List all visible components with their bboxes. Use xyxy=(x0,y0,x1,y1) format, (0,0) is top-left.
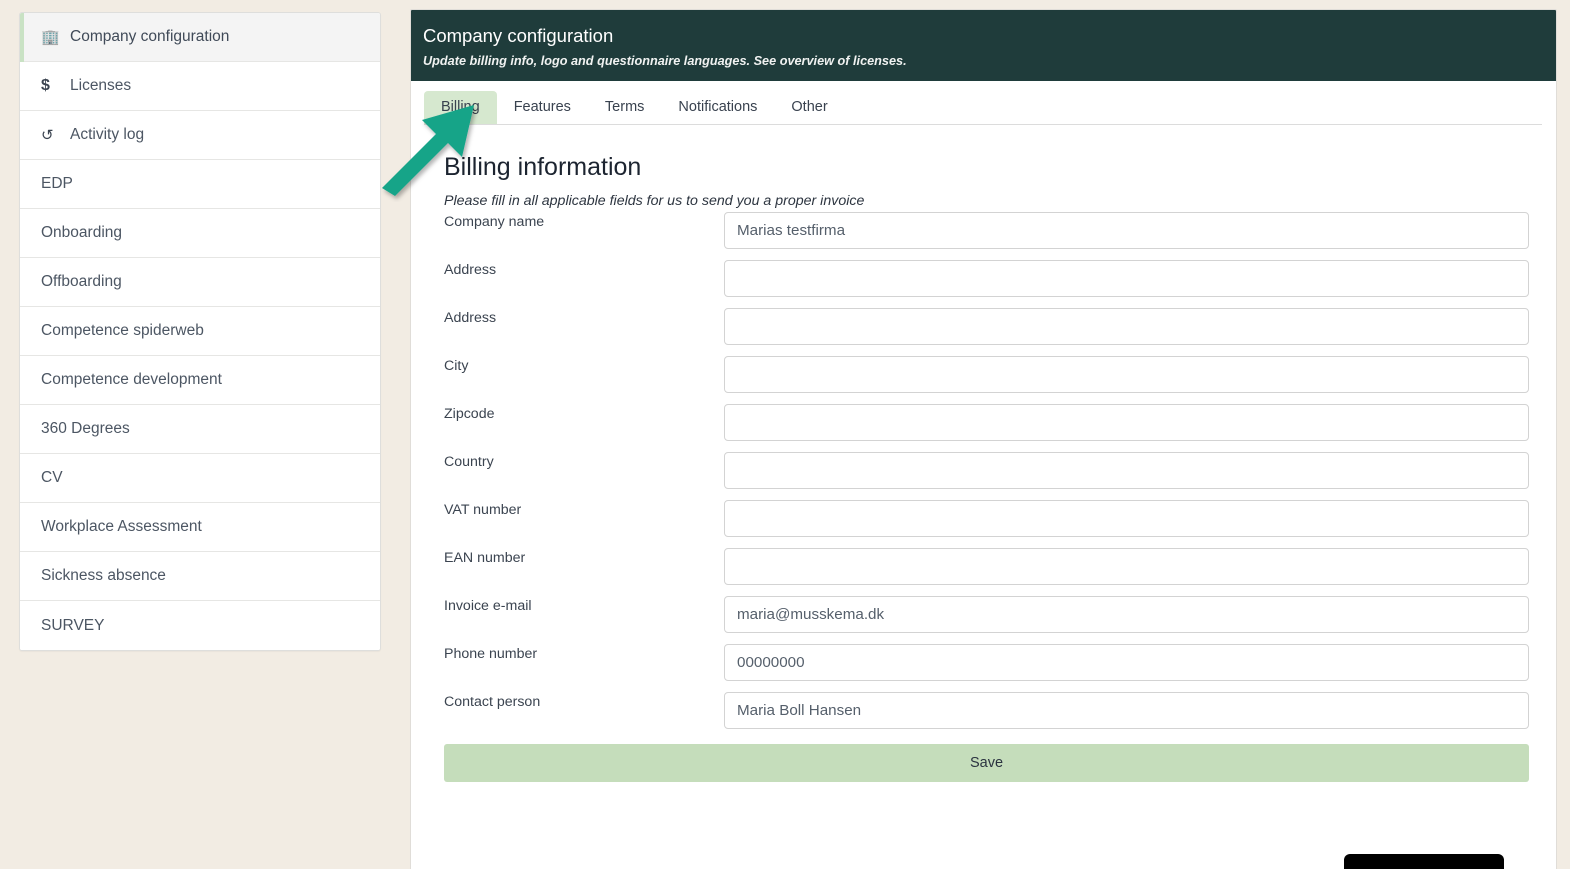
sidebar-item-competence-development[interactable]: Competence development xyxy=(20,356,380,405)
sidebar-item-edp[interactable]: EDP xyxy=(20,160,380,209)
vat-number-input[interactable] xyxy=(724,500,1529,537)
sidebar-item-cv[interactable]: CV xyxy=(20,454,380,503)
zipcode-input[interactable] xyxy=(724,404,1529,441)
form-row: Address xyxy=(444,260,1529,297)
ean-number-input[interactable] xyxy=(724,548,1529,585)
tab-notifications[interactable]: Notifications xyxy=(661,91,774,125)
sidebar-item-label: Competence development xyxy=(41,371,222,388)
contact-person-label: Contact person xyxy=(444,694,541,710)
tab-other[interactable]: Other xyxy=(774,91,844,125)
company-name-input[interactable] xyxy=(724,212,1529,249)
sidebar-item-label: 360 Degrees xyxy=(41,420,130,437)
sidebar-item-competence-spiderweb[interactable]: Competence spiderweb xyxy=(20,307,380,356)
form-row: Company name xyxy=(444,212,1529,249)
contact-person-input[interactable] xyxy=(724,692,1529,729)
sidebar-item-company-configuration[interactable]: 🏢 Company configuration xyxy=(20,13,380,62)
form-row: VAT number xyxy=(444,500,1529,537)
form-row: City xyxy=(444,356,1529,393)
phone-number-label: Phone number xyxy=(444,646,538,662)
sidebar-item-label: Sickness absence xyxy=(41,567,166,584)
invoice-e-mail-label: Invoice e-mail xyxy=(444,598,532,614)
sidebar: 🏢 Company configuration $ Licenses ↺ Activity… xyxy=(19,12,381,651)
form-row: Address xyxy=(444,308,1529,345)
country-input[interactable] xyxy=(724,452,1529,489)
sidebar-item-onboarding[interactable]: Onboarding xyxy=(20,209,380,258)
vat-number-label: VAT number xyxy=(444,502,522,518)
panel-header: Company configuration Update billing inf… xyxy=(411,10,1556,81)
form-heading: Billing information xyxy=(444,153,642,181)
invoice-e-mail-input[interactable] xyxy=(724,596,1529,633)
sidebar-item-label: Licenses xyxy=(70,77,132,94)
tab-terms[interactable]: Terms xyxy=(588,91,661,125)
sidebar-item-sickness-absence[interactable]: Sickness absence xyxy=(20,552,380,601)
form-row: Country xyxy=(444,452,1529,489)
form-row: Zipcode xyxy=(444,404,1529,441)
sidebar-item-label: Competence spiderweb xyxy=(41,322,204,339)
sidebar-item-label: CV xyxy=(41,469,63,486)
form-row: EAN number xyxy=(444,548,1529,585)
ean-number-label: EAN number xyxy=(444,550,526,566)
history-icon: ↺ xyxy=(41,126,54,144)
main-panel: Company configuration Update billing inf… xyxy=(410,9,1557,869)
zipcode-label: Zipcode xyxy=(444,406,495,422)
sidebar-item-label: Activity log xyxy=(70,126,145,143)
city-input[interactable] xyxy=(724,356,1529,393)
sidebar-item-label: Company configuration xyxy=(70,28,230,45)
bottom-toast-bar xyxy=(1344,854,1504,869)
tab-features[interactable]: Features xyxy=(497,91,588,125)
address-label: Address xyxy=(444,262,497,278)
address-input[interactable] xyxy=(724,260,1529,297)
sidebar-item-survey[interactable]: SURVEY xyxy=(20,601,380,650)
sidebar-item-label: Workplace Assessment xyxy=(41,518,202,535)
form-row: Phone number xyxy=(444,644,1529,681)
sidebar-item-label: SURVEY xyxy=(41,616,105,634)
phone-number-input[interactable] xyxy=(724,644,1529,681)
building-icon: 🏢 xyxy=(41,28,60,46)
address-label: Address xyxy=(444,310,497,326)
tab-bar: Billing Features Terms Notifications Other xyxy=(411,81,1556,125)
app-root: 🏢 Company configuration $ Licenses ↺ Activity… xyxy=(0,0,1570,869)
billing-form: Billing information Please fill in all a… xyxy=(411,125,1556,782)
sidebar-item-label: Onboarding xyxy=(41,224,123,241)
country-label: Country xyxy=(444,454,494,470)
form-note: Please fill in all applicable fields for… xyxy=(444,193,865,209)
dollar-icon: $ xyxy=(41,77,50,94)
page-title: Company configuration xyxy=(423,25,614,46)
tab-billing[interactable]: Billing xyxy=(424,91,497,125)
city-label: City xyxy=(444,358,469,374)
company-name-label: Company name xyxy=(444,214,545,230)
form-rows: Company name Address Address City Zipcode Cou… xyxy=(444,212,1529,729)
form-row: Contact person xyxy=(444,692,1529,729)
page-subtitle: Update billing info, logo and questionna… xyxy=(423,54,907,68)
sidebar-item-label: EDP xyxy=(41,175,73,192)
sidebar-item-label: Offboarding xyxy=(41,273,122,290)
sidebar-item-360-degrees[interactable]: 360 Degrees xyxy=(20,405,380,454)
address-input[interactable] xyxy=(724,308,1529,345)
sidebar-item-workplace-assessment[interactable]: Workplace Assessment xyxy=(20,503,380,552)
save-button[interactable]: Save xyxy=(444,744,1529,782)
sidebar-item-licenses[interactable]: $ Licenses xyxy=(20,62,380,111)
sidebar-item-offboarding[interactable]: Offboarding xyxy=(20,258,380,307)
form-row: Invoice e-mail xyxy=(444,596,1529,633)
sidebar-item-activity-log[interactable]: ↺ Activity log xyxy=(20,111,380,160)
